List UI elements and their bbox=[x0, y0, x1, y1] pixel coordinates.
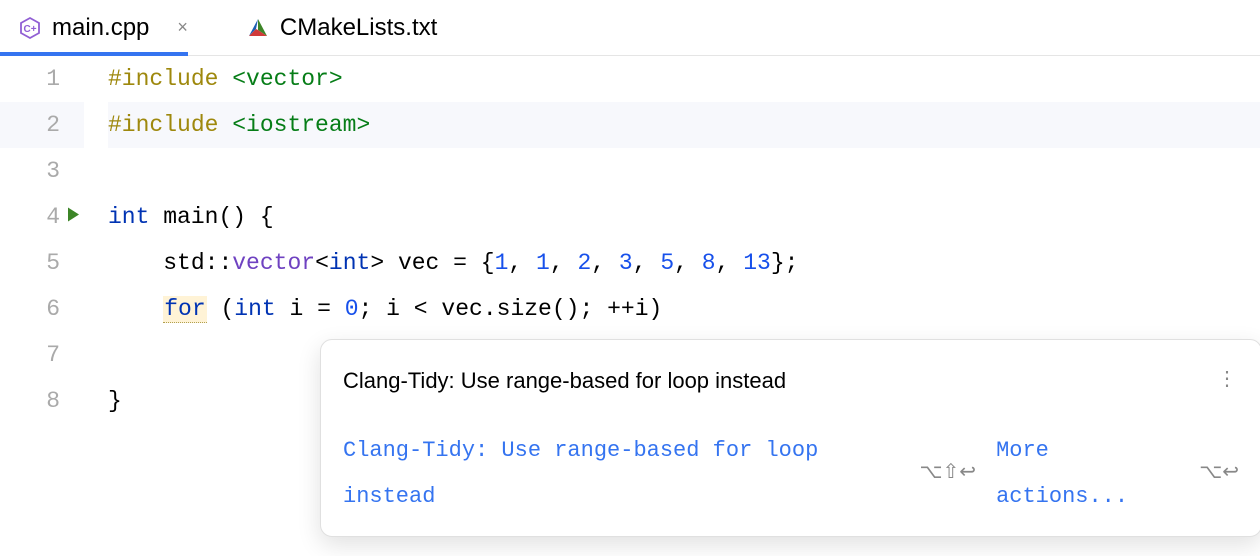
code-line: std::vector<int> vec = {1, 1, 2, 3, 5, 8… bbox=[108, 240, 1260, 286]
cpp-file-icon: C+ bbox=[18, 16, 42, 40]
line-number: 6 bbox=[46, 296, 74, 322]
kebab-menu-icon[interactable]: ⋮ bbox=[1213, 358, 1239, 404]
gutter-row: 7 bbox=[0, 332, 84, 378]
close-icon[interactable]: × bbox=[165, 17, 200, 38]
code-line: for (int i = 0; i < vec.size(); ++i) bbox=[108, 286, 1260, 332]
code-line: #include <iostream> bbox=[108, 102, 1260, 148]
gutter-row: 1 bbox=[0, 56, 84, 102]
tab-bar: C+ main.cpp × CMakeLists.txt bbox=[0, 0, 1260, 56]
line-number: 5 bbox=[46, 250, 74, 276]
tab-label: CMakeLists.txt bbox=[280, 14, 437, 42]
line-number: 3 bbox=[46, 158, 74, 184]
gutter-row: 6 bbox=[0, 286, 84, 332]
tab-main-cpp[interactable]: C+ main.cpp × bbox=[18, 0, 218, 55]
code-editor[interactable]: 1 2 3 4 5 6 7 8 #include <vector> #inclu… bbox=[0, 56, 1260, 424]
cmake-file-icon bbox=[246, 16, 270, 40]
shortcut-hint: ⌥⇧↩ bbox=[920, 451, 977, 497]
gutter-row: 3 bbox=[0, 148, 84, 194]
inspection-tooltip: Clang-Tidy: Use range-based for loop ins… bbox=[320, 339, 1260, 537]
tab-label: main.cpp bbox=[52, 14, 149, 42]
code-line: int main() { bbox=[108, 194, 1260, 240]
line-number: 2 bbox=[46, 112, 74, 138]
code-line bbox=[108, 148, 1260, 194]
quick-fix-link[interactable]: Clang-Tidy: Use range-based for loop ins… bbox=[343, 428, 910, 520]
gutter-row: 5 bbox=[0, 240, 84, 286]
gutter-row: 8 bbox=[0, 378, 84, 424]
line-number: 1 bbox=[46, 66, 74, 92]
warning-highlight: for bbox=[163, 296, 206, 323]
line-number: 8 bbox=[46, 388, 74, 414]
more-actions-link[interactable]: More actions... bbox=[996, 428, 1189, 520]
tab-cmakelists[interactable]: CMakeLists.txt bbox=[246, 0, 455, 55]
tooltip-title: Clang-Tidy: Use range-based for loop ins… bbox=[343, 358, 786, 404]
svg-text:C+: C+ bbox=[23, 24, 36, 35]
shortcut-hint: ⌥↩ bbox=[1199, 451, 1239, 497]
line-number: 7 bbox=[46, 342, 74, 368]
code-line: #include <vector> bbox=[108, 56, 1260, 102]
gutter-row: 4 bbox=[0, 194, 84, 240]
code-content[interactable]: #include <vector> #include <iostream> in… bbox=[84, 56, 1260, 424]
run-icon[interactable] bbox=[64, 206, 82, 229]
gutter: 1 2 3 4 5 6 7 8 bbox=[0, 56, 84, 424]
gutter-row: 2 bbox=[0, 102, 84, 148]
